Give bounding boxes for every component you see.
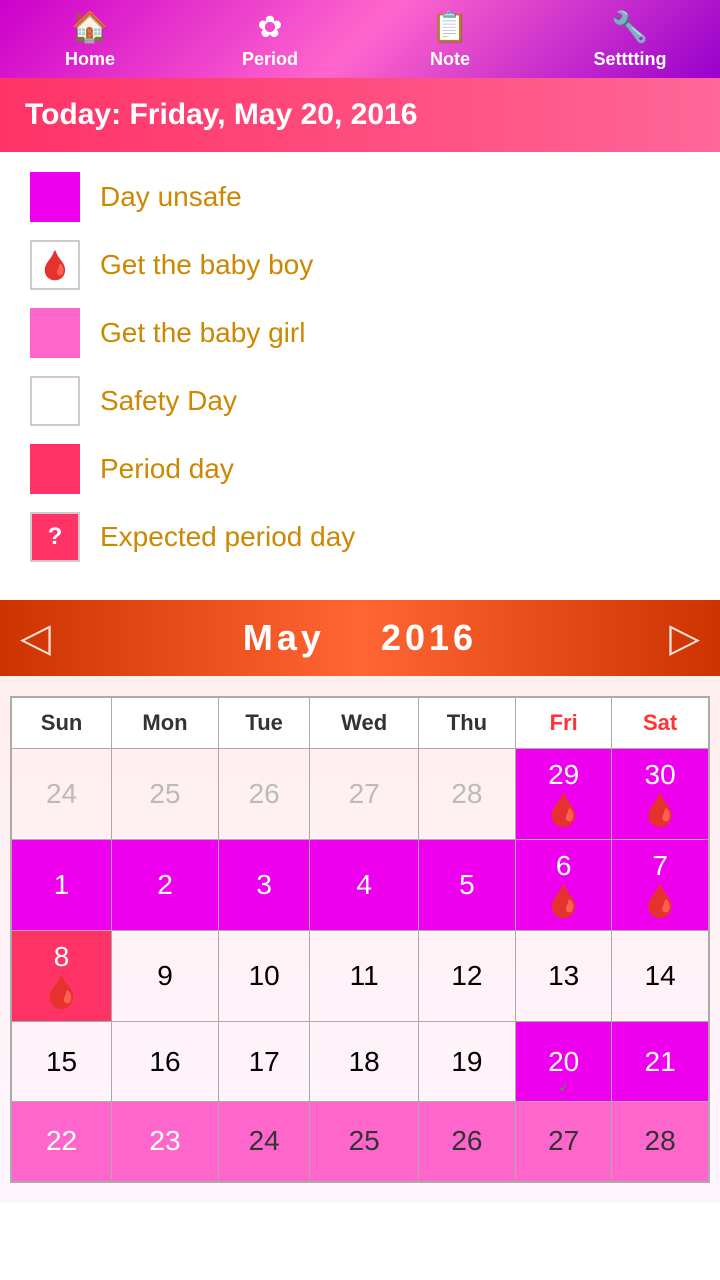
calendar-day[interactable]: 8🩸 bbox=[11, 931, 112, 1022]
legend-box-baby-girl bbox=[30, 308, 80, 358]
calendar-day[interactable]: 10 bbox=[218, 931, 310, 1022]
nav-period[interactable]: ✿ Period bbox=[180, 10, 360, 70]
legend-box-period bbox=[30, 444, 80, 494]
calendar-day[interactable]: 29🩸 bbox=[516, 749, 612, 840]
legend-day-unsafe: Day unsafe bbox=[30, 172, 690, 222]
calendar-wrapper: Sun Mon Tue Wed Thu Fri Sat 242526272829… bbox=[0, 676, 720, 1203]
calendar-table: Sun Mon Tue Wed Thu Fri Sat 242526272829… bbox=[10, 696, 710, 1183]
nav-home-label: Home bbox=[65, 49, 115, 70]
calendar-day[interactable]: 12 bbox=[418, 931, 515, 1022]
calendar-day[interactable]: 18 bbox=[310, 1022, 418, 1102]
calendar-row: 242526272829🩸30🩸 bbox=[11, 749, 709, 840]
nav-note-label: Note bbox=[430, 49, 470, 70]
legend-section: Day unsafe 🩸 Get the baby boy Get the ba… bbox=[0, 152, 720, 600]
weekday-wed: Wed bbox=[310, 697, 418, 749]
calendar-day[interactable]: 5 bbox=[418, 840, 515, 931]
calendar-row: 22232425262728 bbox=[11, 1102, 709, 1182]
legend-label-baby-boy: Get the baby boy bbox=[100, 249, 313, 281]
legend-box-baby-boy: 🩸 bbox=[30, 240, 80, 290]
calendar-day[interactable]: 19 bbox=[418, 1022, 515, 1102]
calendar-day[interactable]: 21 bbox=[612, 1022, 709, 1102]
calendar-day[interactable]: 25 bbox=[112, 749, 219, 840]
next-month-button[interactable]: ▷ bbox=[669, 615, 700, 661]
calendar-day[interactable]: 11 bbox=[310, 931, 418, 1022]
calendar-day[interactable]: 28 bbox=[612, 1102, 709, 1182]
nav-settings[interactable]: 🔧 Setttting bbox=[540, 10, 720, 70]
calendar-day[interactable]: 25 bbox=[310, 1102, 418, 1182]
nav-note[interactable]: 📋 Note bbox=[360, 10, 540, 70]
legend-label-expected: Expected period day bbox=[100, 521, 355, 553]
weekday-tue: Tue bbox=[218, 697, 310, 749]
calendar-day[interactable]: 2 bbox=[112, 840, 219, 931]
legend-baby-boy: 🩸 Get the baby boy bbox=[30, 240, 690, 290]
calendar-day[interactable]: 3 bbox=[218, 840, 310, 931]
calendar-day[interactable]: 30🩸 bbox=[612, 749, 709, 840]
period-icon: ✿ bbox=[257, 10, 282, 45]
settings-icon: 🔧 bbox=[611, 10, 648, 45]
calendar-day[interactable]: 1 bbox=[11, 840, 112, 931]
calendar-day[interactable]: 28 bbox=[418, 749, 515, 840]
calendar-day[interactable]: 9 bbox=[112, 931, 219, 1022]
calendar-day[interactable]: 26 bbox=[418, 1102, 515, 1182]
calendar-header: ◁ May 2016 ▷ bbox=[0, 600, 720, 676]
calendar-day[interactable]: 17 bbox=[218, 1022, 310, 1102]
legend-label-period: Period day bbox=[100, 453, 234, 485]
weekday-mon: Mon bbox=[112, 697, 219, 749]
note-icon: 📋 bbox=[431, 10, 468, 45]
prev-month-button[interactable]: ◁ bbox=[20, 615, 51, 661]
legend-label-unsafe: Day unsafe bbox=[100, 181, 242, 213]
calendar-day[interactable]: 7🩸 bbox=[612, 840, 709, 931]
calendar-day[interactable]: 15 bbox=[11, 1022, 112, 1102]
legend-baby-girl: Get the baby girl bbox=[30, 308, 690, 358]
nav-period-label: Period bbox=[242, 49, 298, 70]
legend-label-baby-girl: Get the baby girl bbox=[100, 317, 305, 349]
weekday-fri: Fri bbox=[516, 697, 612, 749]
legend-period-day: Period day bbox=[30, 444, 690, 494]
nav-settings-label: Setttting bbox=[594, 49, 667, 70]
calendar-day[interactable]: 27 bbox=[516, 1102, 612, 1182]
weekday-thu: Thu bbox=[418, 697, 515, 749]
calendar-day[interactable]: 6🩸 bbox=[516, 840, 612, 931]
home-icon: 🏠 bbox=[71, 10, 108, 45]
calendar-day[interactable]: 27 bbox=[310, 749, 418, 840]
calendar-body: 242526272829🩸30🩸123456🩸7🩸8🩸9101112131415… bbox=[11, 749, 709, 1182]
calendar-day[interactable]: 20✓ bbox=[516, 1022, 612, 1102]
calendar-day[interactable]: 14 bbox=[612, 931, 709, 1022]
calendar-row: 8🩸91011121314 bbox=[11, 931, 709, 1022]
calendar-month-year: May 2016 bbox=[243, 617, 477, 659]
legend-box-expected: ? bbox=[30, 512, 80, 562]
calendar-day[interactable]: 13 bbox=[516, 931, 612, 1022]
calendar-day[interactable]: 23 bbox=[112, 1102, 219, 1182]
legend-box-unsafe bbox=[30, 172, 80, 222]
legend-label-safety: Safety Day bbox=[100, 385, 237, 417]
calendar-weekday-row: Sun Mon Tue Wed Thu Fri Sat bbox=[11, 697, 709, 749]
weekday-sun: Sun bbox=[11, 697, 112, 749]
calendar-day[interactable]: 22 bbox=[11, 1102, 112, 1182]
legend-expected-period: ? Expected period day bbox=[30, 512, 690, 562]
calendar-row: 123456🩸7🩸 bbox=[11, 840, 709, 931]
nav-home[interactable]: 🏠 Home bbox=[0, 10, 180, 70]
calendar-day[interactable]: 16 bbox=[112, 1022, 219, 1102]
calendar-day[interactable]: 26 bbox=[218, 749, 310, 840]
calendar-day[interactable]: 4 bbox=[310, 840, 418, 931]
top-navigation: 🏠 Home ✿ Period 📋 Note 🔧 Setttting bbox=[0, 0, 720, 78]
calendar-row: 151617181920✓21 bbox=[11, 1022, 709, 1102]
calendar-day[interactable]: 24 bbox=[11, 749, 112, 840]
today-banner: Today: Friday, May 20, 2016 bbox=[0, 78, 720, 152]
today-text: Today: Friday, May 20, 2016 bbox=[25, 98, 417, 131]
calendar-day[interactable]: 24 bbox=[218, 1102, 310, 1182]
legend-box-safety bbox=[30, 376, 80, 426]
weekday-sat: Sat bbox=[612, 697, 709, 749]
legend-safety-day: Safety Day bbox=[30, 376, 690, 426]
